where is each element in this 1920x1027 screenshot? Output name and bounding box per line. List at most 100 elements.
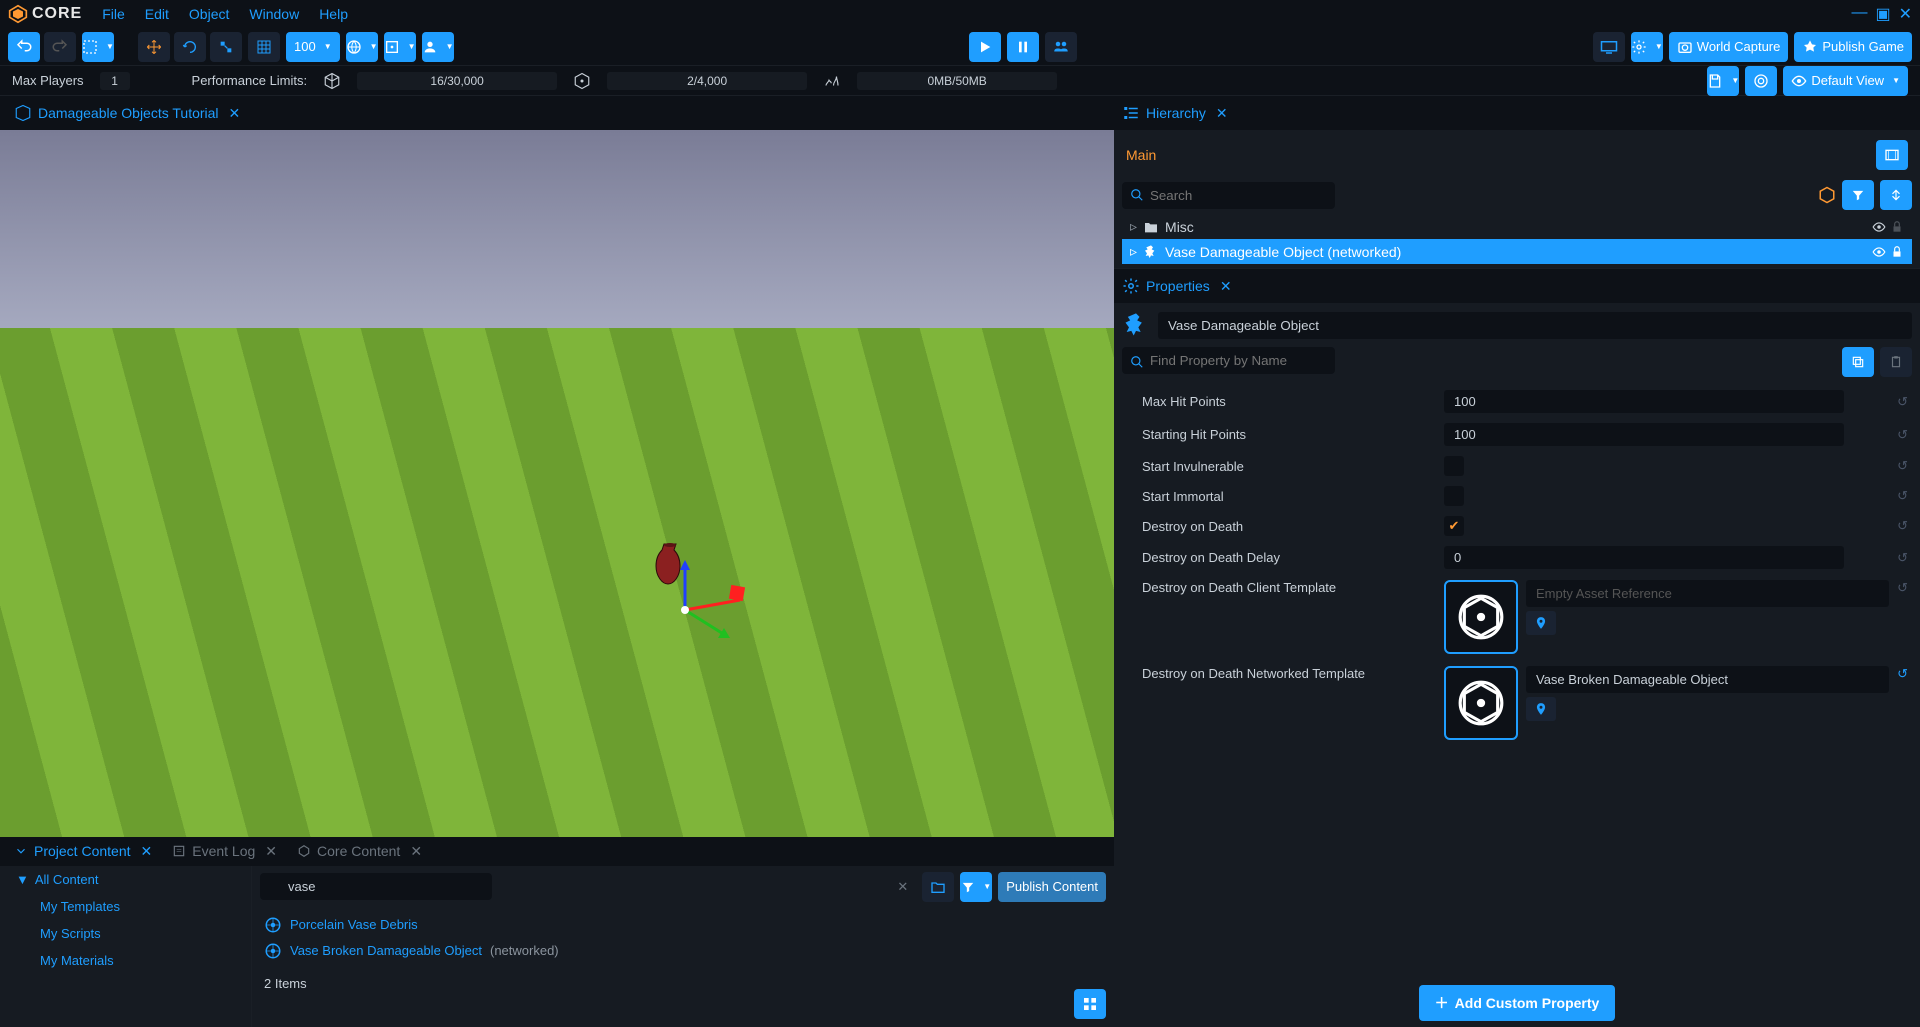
- settings-button[interactable]: [1631, 32, 1663, 62]
- pause-button[interactable]: [1007, 32, 1039, 62]
- reset-icon[interactable]: ↺: [1897, 488, 1908, 504]
- max-players-value[interactable]: 1: [100, 72, 130, 90]
- start-hp-value[interactable]: 100: [1444, 423, 1844, 446]
- maximize-icon[interactable]: ▣: [1875, 4, 1890, 24]
- folder-button[interactable]: [922, 872, 954, 902]
- lock-icon[interactable]: [1890, 245, 1904, 259]
- project-content-close[interactable]: ✕: [141, 843, 153, 860]
- locate-button[interactable]: [1526, 697, 1556, 721]
- help-button[interactable]: [1745, 66, 1777, 96]
- close-icon[interactable]: ✕: [1899, 4, 1912, 24]
- reset-icon[interactable]: ↺: [1897, 394, 1908, 410]
- world-button[interactable]: [346, 32, 378, 62]
- reset-icon[interactable]: ↺: [1897, 458, 1908, 474]
- max-hp-value[interactable]: 100: [1444, 390, 1844, 413]
- viewport-3d[interactable]: [0, 130, 1114, 837]
- property-search-input[interactable]: [1122, 347, 1335, 374]
- hierarchy-filter-button[interactable]: [1842, 180, 1874, 210]
- snap-options-button[interactable]: [384, 32, 416, 62]
- content-area: ✕ Publish Content Porcelain Vase Debris: [252, 866, 1114, 1027]
- eye-icon[interactable]: [1872, 220, 1886, 234]
- scale-tool-button[interactable]: [210, 32, 242, 62]
- transform-gizmo[interactable]: [650, 560, 770, 680]
- zoom-dropdown[interactable]: 100: [286, 32, 340, 62]
- hierarchy-close[interactable]: ✕: [1216, 105, 1228, 122]
- viewport-tab[interactable]: Damageable Objects Tutorial ✕: [6, 100, 248, 126]
- tree-row-vase[interactable]: ▹ Vase Damageable Object (networked): [1122, 239, 1912, 264]
- publish-content-button[interactable]: Publish Content: [998, 872, 1106, 902]
- expand-icon[interactable]: ▹: [1130, 218, 1137, 235]
- player-options-button[interactable]: [422, 32, 454, 62]
- content-item-1-label: Vase Broken Damageable Object: [290, 943, 482, 958]
- save-dropdown-button[interactable]: [1707, 66, 1739, 96]
- undo-button[interactable]: [8, 32, 40, 62]
- net-template-ref[interactable]: Vase Broken Damageable Object: [1526, 666, 1889, 693]
- client-template-ref[interactable]: Empty Asset Reference: [1526, 580, 1889, 607]
- sidebar-my-materials[interactable]: My Materials: [0, 947, 251, 974]
- reset-icon[interactable]: ↺: [1897, 550, 1908, 566]
- default-view-button[interactable]: Default View: [1783, 66, 1908, 96]
- menu-edit[interactable]: Edit: [145, 6, 169, 22]
- object-name-input[interactable]: [1158, 312, 1912, 339]
- properties-title: Properties: [1146, 278, 1210, 294]
- network-cube-icon: [573, 72, 591, 90]
- tab-event-log[interactable]: Event Log ✕: [164, 839, 285, 864]
- start-imm-checkbox[interactable]: [1444, 486, 1464, 506]
- menu-file[interactable]: File: [102, 6, 125, 22]
- filter-button[interactable]: [960, 872, 992, 902]
- sidebar-all-content[interactable]: ▼ All Content: [0, 866, 251, 893]
- expand-icon[interactable]: ▹: [1130, 243, 1137, 260]
- cinematic-button[interactable]: [1876, 140, 1908, 170]
- add-custom-property-button[interactable]: ＋ Add Custom Property: [1419, 985, 1616, 1021]
- destroy-delay-value[interactable]: 0: [1444, 546, 1844, 569]
- tab-core-content[interactable]: Core Content ✕: [289, 839, 430, 864]
- collapse-all-button[interactable]: [1880, 180, 1912, 210]
- grid-view-button[interactable]: [1074, 989, 1106, 1019]
- lock-icon[interactable]: [1890, 220, 1904, 234]
- properties-close[interactable]: ✕: [1220, 278, 1232, 295]
- reset-icon[interactable]: ↺: [1897, 666, 1908, 682]
- viewport-tab-close[interactable]: ✕: [229, 105, 241, 122]
- redo-button[interactable]: [44, 32, 76, 62]
- start-hp-label: Starting Hit Points: [1126, 427, 1436, 442]
- eye-icon[interactable]: [1872, 245, 1886, 259]
- hierarchy-search-input[interactable]: [1122, 182, 1335, 209]
- damageable-icon-large: [1122, 311, 1150, 339]
- box-icon[interactable]: [1818, 186, 1836, 204]
- world-capture-button[interactable]: World Capture: [1669, 32, 1789, 62]
- menu-help[interactable]: Help: [319, 6, 348, 22]
- reset-icon[interactable]: ↺: [1897, 580, 1908, 596]
- net-template-slot[interactable]: [1444, 666, 1518, 740]
- selection-mode-button[interactable]: [82, 32, 114, 62]
- reset-icon[interactable]: ↺: [1897, 518, 1908, 534]
- tab-project-content[interactable]: Project Content ✕: [6, 839, 160, 864]
- menu-object[interactable]: Object: [189, 6, 229, 22]
- tree-row-misc[interactable]: ▹ Misc: [1122, 214, 1912, 239]
- content-search-input[interactable]: [260, 873, 492, 900]
- copy-button[interactable]: [1842, 347, 1874, 377]
- menu-window[interactable]: Window: [249, 6, 299, 22]
- search-clear-icon[interactable]: ✕: [897, 879, 908, 895]
- paste-button[interactable]: [1880, 347, 1912, 377]
- world-capture-label: World Capture: [1697, 39, 1781, 54]
- content-item-0[interactable]: Porcelain Vase Debris: [252, 912, 1114, 938]
- start-inv-checkbox[interactable]: [1444, 456, 1464, 476]
- client-template-slot[interactable]: [1444, 580, 1518, 654]
- destroy-checkbox[interactable]: ✔: [1444, 516, 1464, 536]
- minimize-icon[interactable]: —: [1851, 4, 1867, 24]
- publish-game-button[interactable]: Publish Game: [1794, 32, 1912, 62]
- play-button[interactable]: [969, 32, 1001, 62]
- event-log-close[interactable]: ✕: [265, 843, 277, 860]
- all-content-label: All Content: [35, 872, 99, 887]
- grid-snap-button[interactable]: [248, 32, 280, 62]
- rotate-tool-button[interactable]: [174, 32, 206, 62]
- screen-button[interactable]: [1593, 32, 1625, 62]
- content-item-1[interactable]: Vase Broken Damageable Object (networked…: [252, 938, 1114, 964]
- reset-icon[interactable]: ↺: [1897, 427, 1908, 443]
- core-content-close[interactable]: ✕: [410, 843, 422, 860]
- move-tool-button[interactable]: [138, 32, 170, 62]
- locate-button[interactable]: [1526, 611, 1556, 635]
- sidebar-my-scripts[interactable]: My Scripts: [0, 920, 251, 947]
- multiplayer-button[interactable]: [1045, 32, 1077, 62]
- sidebar-my-templates[interactable]: My Templates: [0, 893, 251, 920]
